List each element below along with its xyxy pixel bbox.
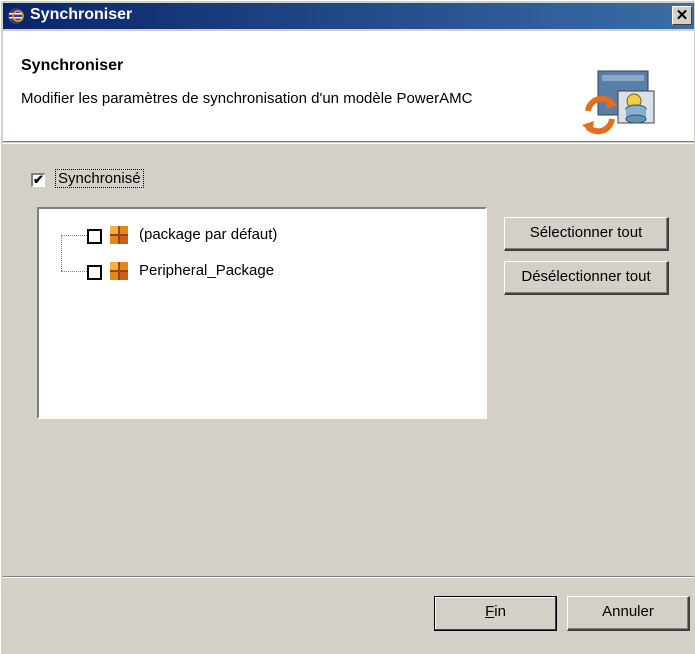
cancel-button[interactable]: Annuler: [567, 596, 690, 631]
close-icon: ✕: [675, 7, 689, 24]
package-checkbox[interactable]: [87, 229, 102, 244]
deselect-all-button[interactable]: Désélectionner tout: [504, 261, 669, 295]
package-checkbox[interactable]: [87, 265, 102, 280]
header-divider: [3, 143, 694, 144]
synchroniser-dialog: Synchroniser ✕ Synchroniser Modifier les…: [0, 0, 695, 654]
package-tree[interactable]: (package par défaut) Peripheral_Package: [37, 207, 487, 419]
page-description: Modifier les paramètres de synchronisati…: [21, 90, 473, 107]
footer-divider-highlight: [3, 577, 694, 578]
package-icon: [110, 262, 128, 280]
tree-connector: [61, 271, 87, 272]
page-title: Synchroniser: [21, 57, 124, 74]
close-button[interactable]: ✕: [672, 6, 692, 25]
tree-connector: [61, 235, 87, 236]
sync-database-icon: [582, 70, 655, 135]
title-bar[interactable]: Synchroniser ✕: [3, 3, 694, 29]
window-title: Synchroniser: [30, 6, 133, 23]
tree-connector: [61, 235, 62, 271]
finish-mnemonic: F: [485, 603, 495, 620]
check-icon: ✔: [33, 172, 44, 187]
tree-item-label: Peripheral_Package: [139, 262, 275, 279]
package-icon: [110, 226, 128, 244]
tree-item-label: (package par défaut): [139, 226, 278, 243]
synchronized-label[interactable]: Synchronisé: [55, 169, 144, 188]
finish-label: in: [494, 603, 506, 620]
synchronized-checkbox[interactable]: ✔: [31, 172, 45, 187]
eclipse-icon: [8, 8, 24, 24]
finish-button[interactable]: Fin: [434, 596, 557, 631]
wizard-header: Synchroniser Modifier les paramètres de …: [3, 31, 694, 142]
select-all-button[interactable]: Sélectionner tout: [504, 217, 669, 251]
